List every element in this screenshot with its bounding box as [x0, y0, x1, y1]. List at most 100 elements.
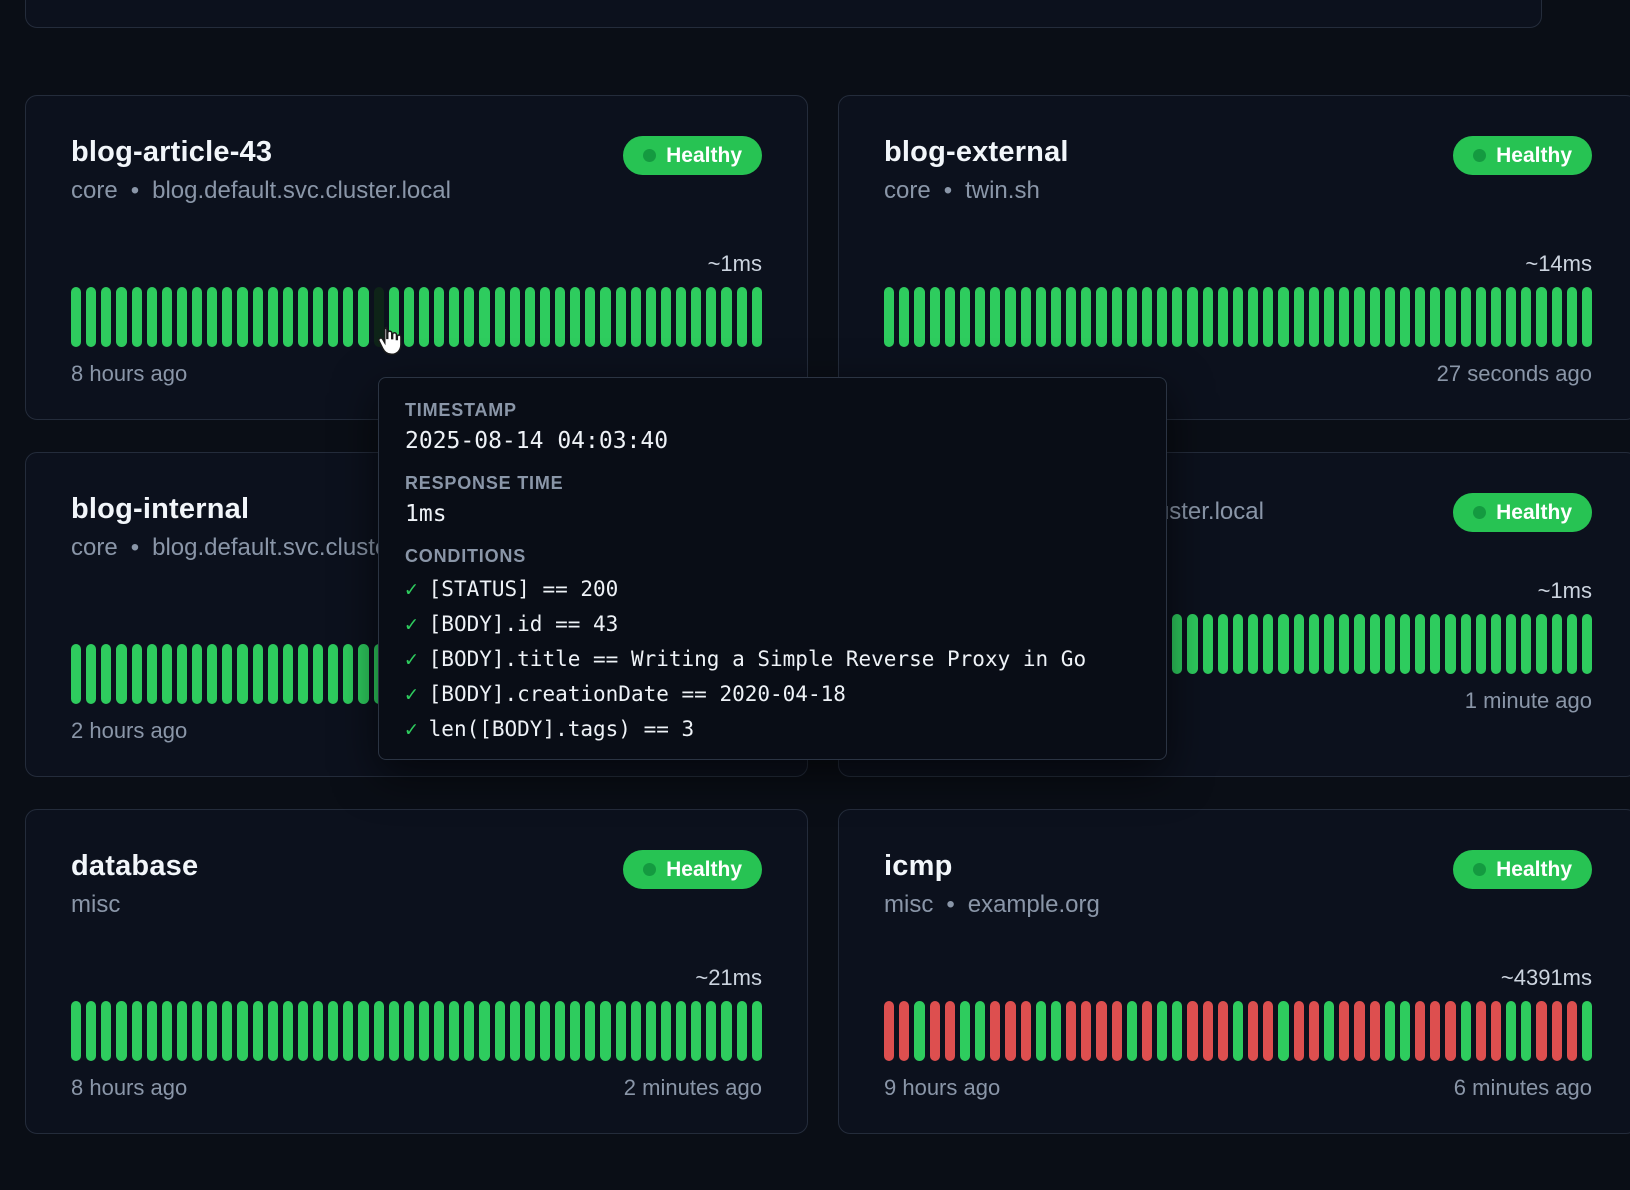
endpoint-card[interactable]: blog-article-43 core • blog.default.svc.… [25, 95, 808, 420]
uptime-bar[interactable] [358, 287, 368, 347]
uptime-bar[interactable] [1552, 614, 1562, 674]
uptime-bar[interactable] [237, 287, 247, 347]
uptime-bar[interactable] [116, 287, 126, 347]
uptime-bar[interactable] [1415, 1001, 1425, 1061]
uptime-bar[interactable] [1461, 614, 1471, 674]
uptime-bar[interactable] [1582, 1001, 1592, 1061]
uptime-bar[interactable] [1263, 1001, 1273, 1061]
uptime-bar[interactable] [1142, 287, 1152, 347]
uptime-bar[interactable] [222, 1001, 232, 1061]
uptime-bar[interactable] [1263, 614, 1273, 674]
uptime-bar[interactable] [1036, 1001, 1046, 1061]
uptime-bar[interactable] [1233, 614, 1243, 674]
uptime-bar[interactable] [1445, 287, 1455, 347]
uptime-bar[interactable] [1005, 287, 1015, 347]
uptime-bar[interactable] [1112, 1001, 1122, 1061]
uptime-bar[interactable] [1400, 287, 1410, 347]
uptime-bar[interactable] [646, 287, 656, 347]
uptime-bar[interactable] [661, 1001, 671, 1061]
uptime-bar[interactable] [253, 644, 263, 704]
uptime-bar[interactable] [162, 1001, 172, 1061]
uptime-bar[interactable] [71, 287, 81, 347]
uptime-bar[interactable] [1476, 1001, 1486, 1061]
uptime-bar[interactable] [1385, 614, 1395, 674]
uptime-bar[interactable] [1081, 1001, 1091, 1061]
uptime-bar[interactable] [990, 287, 1000, 347]
uptime-bar[interactable] [1536, 1001, 1546, 1061]
uptime-bar[interactable] [132, 287, 142, 347]
uptime-bar[interactable] [222, 287, 232, 347]
uptime-bar[interactable] [1324, 614, 1334, 674]
uptime-bar[interactable] [237, 1001, 247, 1061]
uptime-bar[interactable] [1491, 614, 1501, 674]
uptime-bar[interactable] [1278, 287, 1288, 347]
uptime-bar[interactable] [237, 644, 247, 704]
uptime-bar[interactable] [71, 1001, 81, 1061]
uptime-bar[interactable] [162, 644, 172, 704]
uptime-bar[interactable] [313, 644, 323, 704]
uptime-bar[interactable] [1248, 1001, 1258, 1061]
uptime-bar[interactable] [1370, 287, 1380, 347]
uptime-bar[interactable] [419, 287, 429, 347]
uptime-bar[interactable] [737, 287, 747, 347]
uptime-bar[interactable] [585, 287, 595, 347]
uptime-bar[interactable] [1430, 287, 1440, 347]
uptime-bar[interactable] [283, 1001, 293, 1061]
uptime-bar[interactable] [914, 1001, 924, 1061]
uptime-bar[interactable] [434, 287, 444, 347]
uptime-bar[interactable] [343, 644, 353, 704]
uptime-bar[interactable] [283, 644, 293, 704]
uptime-bar[interactable] [1096, 287, 1106, 347]
uptime-bar[interactable] [691, 1001, 701, 1061]
uptime-bar[interactable] [1096, 1001, 1106, 1061]
uptime-bar[interactable] [616, 1001, 626, 1061]
uptime-bar[interactable] [328, 1001, 338, 1061]
uptime-bar[interactable] [192, 287, 202, 347]
uptime-bar[interactable] [313, 1001, 323, 1061]
uptime-bar[interactable] [1415, 287, 1425, 347]
uptime-bar[interactable] [1203, 614, 1213, 674]
uptime-bar[interactable] [268, 1001, 278, 1061]
uptime-bar[interactable] [631, 1001, 641, 1061]
uptime-bar[interactable] [1187, 614, 1197, 674]
uptime-bar[interactable] [1309, 287, 1319, 347]
uptime-bar[interactable] [1324, 287, 1334, 347]
uptime-bar[interactable] [1339, 614, 1349, 674]
uptime-bar[interactable] [990, 1001, 1000, 1061]
uptime-bar[interactable] [419, 1001, 429, 1061]
uptime-bar[interactable] [116, 644, 126, 704]
uptime-bar[interactable] [268, 644, 278, 704]
uptime-bar[interactable] [930, 287, 940, 347]
uptime-bar[interactable] [479, 287, 489, 347]
uptime-bar[interactable] [1218, 1001, 1228, 1061]
uptime-bar[interactable] [207, 644, 217, 704]
uptime-bar[interactable] [207, 1001, 217, 1061]
uptime-bar[interactable] [1354, 287, 1364, 347]
uptime-bar[interactable] [1476, 287, 1486, 347]
uptime-bar[interactable] [1552, 287, 1562, 347]
uptime-bar[interactable] [1203, 1001, 1213, 1061]
uptime-bar[interactable] [86, 644, 96, 704]
endpoint-card[interactable]: database misc Healthy ~21ms 8 hours ago … [25, 809, 808, 1134]
uptime-bars[interactable] [884, 287, 1592, 347]
uptime-bar[interactable] [555, 287, 565, 347]
uptime-bar[interactable] [1536, 614, 1546, 674]
uptime-bar[interactable] [177, 644, 187, 704]
uptime-bar[interactable] [1248, 287, 1258, 347]
uptime-bar[interactable] [1142, 1001, 1152, 1061]
uptime-bar[interactable] [1157, 1001, 1167, 1061]
uptime-bar[interactable] [914, 287, 924, 347]
uptime-bar[interactable] [147, 644, 157, 704]
uptime-bars[interactable] [71, 1001, 762, 1061]
uptime-bar[interactable] [1172, 287, 1182, 347]
uptime-bar[interactable] [1203, 287, 1213, 347]
uptime-bar[interactable] [1385, 287, 1395, 347]
uptime-bar[interactable] [343, 287, 353, 347]
uptime-bar[interactable] [1354, 1001, 1364, 1061]
uptime-bar[interactable] [1400, 1001, 1410, 1061]
uptime-bar[interactable] [1415, 614, 1425, 674]
uptime-bar[interactable] [434, 1001, 444, 1061]
uptime-bar[interactable] [975, 1001, 985, 1061]
uptime-bar[interactable] [1021, 287, 1031, 347]
uptime-bar[interactable] [1536, 287, 1546, 347]
